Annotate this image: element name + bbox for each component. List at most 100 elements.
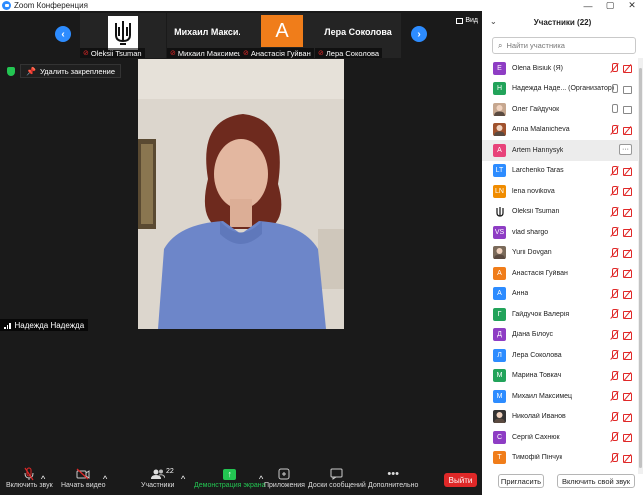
avatar (493, 205, 506, 219)
participant-name: Марина Товкач (512, 372, 562, 380)
participant-more-button[interactable]: ··· (619, 144, 632, 155)
participant-row[interactable]: Г Гайдучок Валерія (482, 304, 638, 325)
participant-status-icons (610, 391, 633, 401)
participant-row[interactable]: Oleksii Tsuman (482, 202, 638, 223)
participant-row[interactable]: A Artem Hannysyk ··· (482, 140, 638, 161)
video-off-icon (623, 187, 633, 196)
participant-status-icons (610, 206, 633, 217)
pin-icon: 📌 (26, 66, 36, 76)
panel-footer: Пригласить Включить свой звук (482, 474, 643, 495)
participant-name: Artem Hannysyk (512, 146, 564, 154)
participant-row[interactable]: LN lena novikova (482, 181, 638, 202)
video-off-icon (623, 126, 633, 135)
mic-off-icon (24, 466, 34, 482)
participant-status-icons (610, 63, 633, 73)
speaker-video-frame (138, 59, 344, 329)
participant-row[interactable]: С Сергій Сахнюк (482, 427, 638, 448)
participant-status-icons (610, 165, 633, 176)
participant-row[interactable]: Л Лера Соколова (482, 345, 638, 366)
participants-panel: ⌄ Участники (22) ⌕ Найти участника E Olen… (482, 11, 643, 495)
participant-row[interactable]: Олег Гайдучок (482, 99, 638, 120)
participant-row[interactable]: Yurii Dovgan (482, 243, 638, 264)
participant-row[interactable]: А Анна (482, 284, 638, 305)
trident-icon (115, 21, 131, 45)
minimize-button[interactable]: — (577, 0, 599, 11)
maximize-button[interactable]: ▢ (599, 0, 621, 11)
participant-row[interactable]: Anna Malanicheva (482, 120, 638, 141)
mic-muted-icon (610, 411, 618, 422)
video-thumbnail[interactable]: А ⊘ Анастасія Гуйван (240, 13, 326, 58)
avatar: А (493, 287, 506, 301)
mic-icon (610, 83, 618, 94)
chevron-left-icon: ‹ (61, 28, 65, 40)
avatar: Д (493, 328, 506, 342)
video-off-icon (623, 249, 633, 258)
video-off-icon (623, 64, 633, 73)
participant-row[interactable]: Т Тимофій Пiнчук (482, 448, 638, 469)
participant-list-scrollbar[interactable] (638, 58, 643, 478)
thumbnail-name-label: ⊘ Oleksii Tsuman (80, 48, 145, 58)
unmute-button[interactable]: Включить звук (6, 466, 53, 489)
avatar: М (493, 389, 506, 403)
participant-row[interactable]: Д Діана Білоус (482, 325, 638, 346)
video-options-caret-icon[interactable]: ^ (103, 474, 107, 484)
participant-name: Надежда Наде... (Организатор) (512, 85, 615, 93)
start-video-button[interactable]: Начать видео (61, 466, 105, 489)
avatar: А (261, 15, 303, 47)
participant-status-icons (610, 350, 633, 360)
mic-muted-icon (610, 391, 618, 401)
participant-row[interactable]: М Михаил Максимец (482, 386, 638, 407)
participant-row[interactable]: VS vlad shargo (482, 222, 638, 243)
strip-next-button[interactable]: › (411, 26, 427, 42)
video-off-icon (623, 310, 633, 319)
video-thumbnail[interactable]: ⊘ Oleksii Tsuman (80, 13, 166, 58)
chat-button[interactable]: Доски сообщений (308, 466, 366, 489)
participant-search-input[interactable]: ⌕ Найти участника (492, 37, 636, 54)
participant-name: Тимофій Пiнчук (512, 454, 563, 462)
avatar: VS (493, 225, 506, 239)
mic-muted-icon (610, 432, 618, 442)
participant-row[interactable]: LT Larchenko Taras (482, 161, 638, 182)
participant-row[interactable]: E Olena Bisiuk (Я) (482, 58, 638, 79)
participant-row[interactable]: М Марина Товкач (482, 366, 638, 387)
avatar: Г (493, 307, 506, 321)
apps-button[interactable]: Приложения (264, 466, 305, 489)
invite-button[interactable]: Пригласить (498, 474, 544, 488)
video-thumbnail[interactable]: Лера Соколова ⊘ Лера Соколова (315, 13, 401, 58)
share-caret-icon[interactable]: ^ (259, 474, 263, 484)
mic-muted-icon (610, 268, 618, 278)
security-shield-icon[interactable] (7, 67, 15, 76)
video-off-icon (623, 331, 633, 340)
participant-row[interactable]: Н Надежда Наде... (Организатор) (482, 79, 638, 100)
video-off-icon (623, 351, 633, 360)
participant-name: Oleksii Tsuman (512, 208, 560, 216)
participant-status-icons (610, 411, 633, 422)
participant-name: Діана Білоус (512, 331, 553, 339)
participant-status-icons (610, 83, 633, 94)
avatar: Т (493, 451, 506, 465)
view-button[interactable]: Вид (456, 17, 478, 24)
participant-status-icons (610, 186, 633, 196)
participants-caret-icon[interactable]: ^ (181, 474, 185, 484)
speaker-name-label: Надежда Надежда (0, 319, 89, 331)
share-screen-button[interactable]: ↑ Демонстрация экрана (194, 466, 266, 489)
close-window-button[interactable]: ✕ (621, 0, 643, 11)
strip-prev-button[interactable]: ‹ (55, 26, 71, 42)
more-button[interactable]: ••• Дополнительно (368, 466, 418, 489)
zoom-logo-icon (2, 1, 11, 10)
video-icon (623, 105, 633, 114)
mic-muted-icon (610, 350, 618, 360)
unpin-button[interactable]: 📌 Удалить закрепление (20, 64, 122, 78)
leave-button[interactable]: Выйти (444, 473, 477, 487)
avatar: E (493, 61, 506, 75)
avatar: Л (493, 348, 506, 362)
video-off-icon (623, 454, 633, 463)
participant-row[interactable]: А Анастасія Гуйван (482, 263, 638, 284)
mic-muted-icon: ⊘ (243, 50, 249, 57)
share-screen-icon: ↑ (223, 466, 237, 482)
unmute-options-caret-icon[interactable]: ^ (41, 474, 45, 484)
participant-row[interactable]: Николай Иванов (482, 407, 638, 428)
collapse-panel-icon[interactable]: ⌄ (490, 17, 497, 26)
video-off-icon (623, 208, 633, 217)
unmute-me-button[interactable]: Включить свой звук (557, 474, 635, 488)
